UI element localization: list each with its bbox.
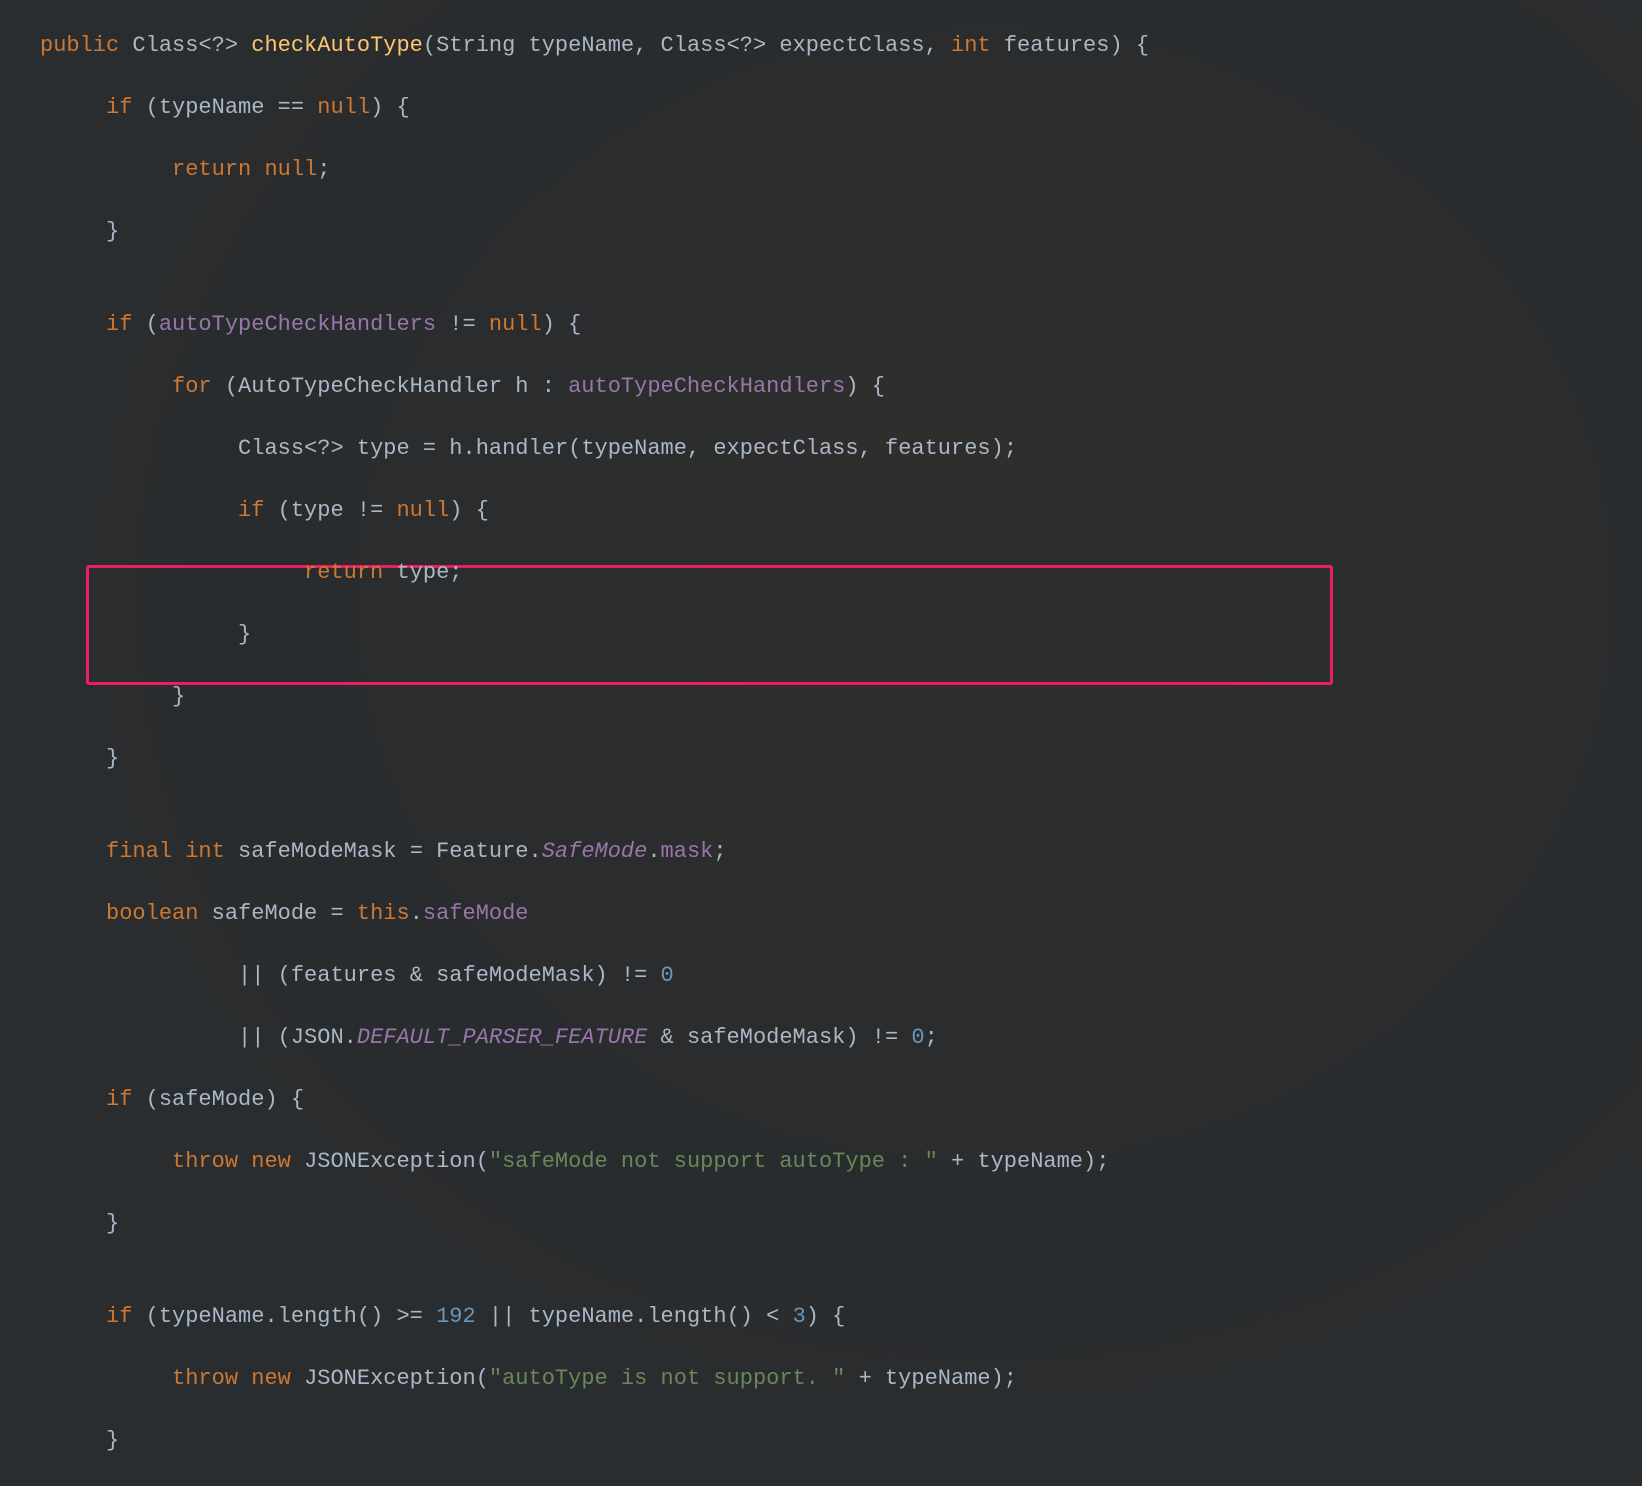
- variable: typeName: [977, 1149, 1083, 1174]
- keyword-null: null: [264, 157, 317, 182]
- method-call: length: [278, 1304, 357, 1329]
- field: mask: [661, 839, 714, 864]
- variable: typeName: [529, 1304, 635, 1329]
- method-call: length: [647, 1304, 726, 1329]
- code-line: final int safeModeMask = Feature.SafeMod…: [40, 836, 1642, 867]
- operator: >=: [396, 1304, 422, 1329]
- keyword-new: new: [251, 1149, 291, 1174]
- wildcard: <?>: [198, 33, 238, 58]
- keyword-null: null: [489, 312, 542, 337]
- code-line: throw new JSONException("safeMode not su…: [40, 1146, 1642, 1177]
- keyword-boolean: boolean: [106, 901, 198, 926]
- number: 3: [793, 1304, 806, 1329]
- code-line: if (typeName.length() >= 192 || typeName…: [40, 1301, 1642, 1332]
- code-line: return type;: [40, 557, 1642, 588]
- wildcard: <?>: [304, 436, 344, 461]
- keyword-if: if: [106, 95, 132, 120]
- keyword-throw: throw: [172, 1149, 238, 1174]
- static-field: DEFAULT_PARSER_FEATURE: [357, 1025, 647, 1050]
- code-line: }: [40, 1208, 1642, 1239]
- argument: expectClass: [713, 436, 858, 461]
- keyword-for: for: [172, 374, 212, 399]
- code-line: if (type != null) {: [40, 495, 1642, 526]
- type-class: Class: [132, 33, 198, 58]
- variable: safeMode: [159, 1087, 265, 1112]
- variable: safeMode: [212, 901, 318, 926]
- code-line: }: [40, 1425, 1642, 1456]
- exception-type: JSONException: [304, 1366, 476, 1391]
- variable: typeName: [159, 1304, 265, 1329]
- field: safeMode: [423, 901, 529, 926]
- keyword-throw: throw: [172, 1366, 238, 1391]
- code-line: || (JSON.DEFAULT_PARSER_FEATURE & safeMo…: [40, 1022, 1642, 1053]
- variable: safeModeMask: [687, 1025, 845, 1050]
- field: autoTypeCheckHandlers: [159, 312, 436, 337]
- code-line: Class<?> type = h.handler(typeName, expe…: [40, 433, 1642, 464]
- code-line: boolean safeMode = this.safeMode: [40, 898, 1642, 929]
- class-name: Feature: [436, 839, 528, 864]
- code-line: }: [40, 681, 1642, 712]
- variable: safeModeMask: [436, 963, 594, 988]
- param-type: String: [436, 33, 515, 58]
- keyword-final: final: [106, 839, 172, 864]
- enum-value: SafeMode: [542, 839, 648, 864]
- code-line: || (features & safeModeMask) != 0: [40, 960, 1642, 991]
- number: 0: [661, 963, 674, 988]
- code-editor[interactable]: public Class<?> checkAutoType(String typ…: [40, 30, 1642, 1456]
- code-line: }: [40, 743, 1642, 774]
- number: 0: [911, 1025, 924, 1050]
- param-type: int: [951, 33, 991, 58]
- variable: typeName: [159, 95, 265, 120]
- argument: features: [885, 436, 991, 461]
- code-line: }: [40, 619, 1642, 650]
- variable: features: [291, 963, 397, 988]
- code-line: return null;: [40, 154, 1642, 185]
- type: AutoTypeCheckHandler: [238, 374, 502, 399]
- operator: !=: [357, 498, 383, 523]
- code-line: throw new JSONException("autoType is not…: [40, 1363, 1642, 1394]
- number: 192: [436, 1304, 476, 1329]
- param-name: typeName: [529, 33, 635, 58]
- code-line: if (safeMode) {: [40, 1084, 1642, 1115]
- keyword-new: new: [251, 1366, 291, 1391]
- operator: <: [766, 1304, 779, 1329]
- exception-type: JSONException: [304, 1149, 476, 1174]
- wildcard: <?>: [727, 33, 767, 58]
- keyword-null: null: [317, 95, 370, 120]
- variable: type: [291, 498, 344, 523]
- operator: !=: [449, 312, 475, 337]
- keyword-return: return: [172, 157, 251, 182]
- keyword-if: if: [238, 498, 264, 523]
- method-name: checkAutoType: [251, 33, 423, 58]
- variable: safeModeMask: [238, 839, 396, 864]
- variable: typeName: [885, 1366, 991, 1391]
- keyword-return: return: [304, 560, 383, 585]
- code-line: if (autoTypeCheckHandlers != null) {: [40, 309, 1642, 340]
- string-literal: "safeMode not support autoType : ": [489, 1149, 938, 1174]
- param-type: Class: [661, 33, 727, 58]
- argument: typeName: [581, 436, 687, 461]
- keyword-int: int: [185, 839, 225, 864]
- code-line: if (typeName == null) {: [40, 92, 1642, 123]
- code-line: for (AutoTypeCheckHandler h : autoTypeCh…: [40, 371, 1642, 402]
- param-name: features: [1004, 33, 1110, 58]
- field: autoTypeCheckHandlers: [568, 374, 845, 399]
- keyword-null: null: [396, 498, 449, 523]
- keyword-this: this: [357, 901, 410, 926]
- class-name: JSON: [291, 1025, 344, 1050]
- keyword-if: if: [106, 312, 132, 337]
- keyword-public: public: [40, 33, 119, 58]
- param-name: expectClass: [779, 33, 924, 58]
- type: Class: [238, 436, 304, 461]
- keyword-if: if: [106, 1087, 132, 1112]
- string-literal: "autoType is not support. ": [489, 1366, 845, 1391]
- variable: h: [515, 374, 528, 399]
- keyword-if: if: [106, 1304, 132, 1329]
- method-call: h.handler: [449, 436, 568, 461]
- code-line: public Class<?> checkAutoType(String typ…: [40, 30, 1642, 61]
- variable: type: [396, 560, 449, 585]
- code-line: }: [40, 216, 1642, 247]
- variable: type: [357, 436, 410, 461]
- operator: ==: [278, 95, 304, 120]
